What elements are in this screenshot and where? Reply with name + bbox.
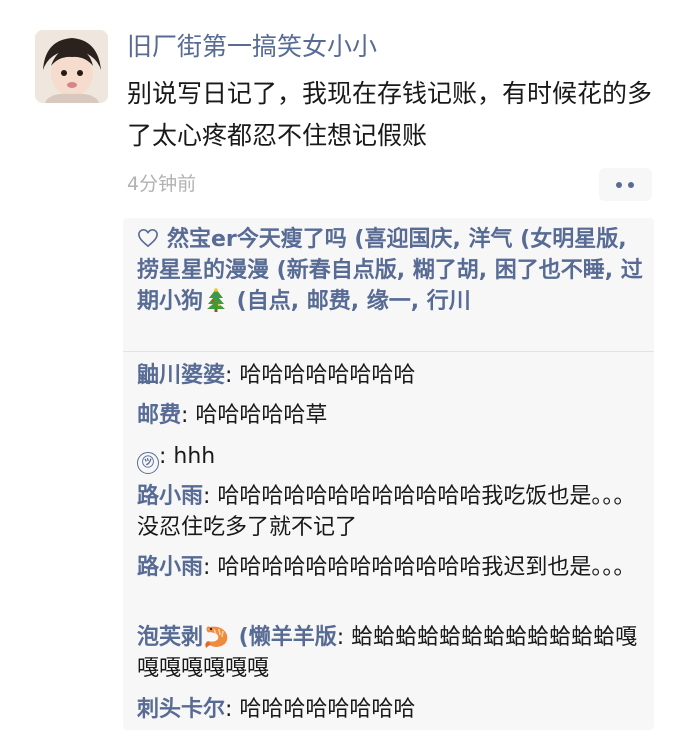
comment-author[interactable]: 泡芙剥	[137, 625, 203, 650]
heart-outline-icon	[138, 228, 158, 248]
comment-author[interactable]: 路小雨	[137, 555, 203, 580]
comment-separator: :	[203, 555, 218, 580]
comment-text: 哈哈哈哈哈草	[195, 403, 328, 428]
comment-item[interactable]: ㋡: hhh	[137, 441, 649, 474]
post-author-name[interactable]: 旧厂街第一搞笑女小小	[127, 29, 377, 65]
divider	[123, 351, 654, 352]
more-options-button[interactable]	[599, 168, 652, 201]
comment-item[interactable]: 邮费: 哈哈哈哈哈草	[137, 400, 649, 431]
comment-author[interactable]: 路小雨	[137, 484, 203, 509]
comment-separator: :	[336, 625, 352, 650]
more-dot-icon	[628, 182, 634, 188]
comment-item[interactable]: 刺头卡尔: 哈哈哈哈哈哈哈哈	[137, 694, 649, 725]
comment-author-suffix[interactable]: (懒羊羊版	[231, 625, 337, 650]
comment-item[interactable]: 路小雨: 哈哈哈哈哈哈哈哈哈哈哈哈我迟到也是。。。	[137, 552, 649, 583]
comment-author[interactable]: 刺头卡尔	[137, 697, 225, 722]
avatar-image	[35, 30, 108, 103]
comment-text: hhh	[173, 444, 216, 469]
comment-item[interactable]: 路小雨: 哈哈哈哈哈哈哈哈哈哈哈哈我吃饭也是。。。没忍住吃多了就不记了	[137, 481, 649, 543]
comment-text: 哈哈哈哈哈哈哈哈	[239, 363, 416, 388]
comment-text: 哈哈哈哈哈哈哈哈哈哈哈哈我迟到也是。。。	[217, 555, 636, 580]
comment-separator: :	[159, 444, 174, 469]
comment-separator: :	[181, 403, 196, 428]
avatar[interactable]	[35, 30, 108, 103]
comment-separator: :	[225, 697, 240, 722]
christmas-tree-emoji	[207, 288, 226, 312]
comment-item[interactable]: 泡芙剥 (懒羊羊版: 蛤蛤蛤蛤蛤蛤蛤蛤蛤蛤蛤蛤嘎嘎嘎嘎嘎嘎嘎	[137, 622, 649, 684]
comment-separator: :	[203, 484, 218, 509]
post-timestamp: 4分钟前	[127, 173, 197, 195]
comment-author[interactable]: 邮费	[137, 403, 181, 428]
post-text: 别说写日记了，我现在存钱记账，有时候花的多了太心疼都忍不住想记假账	[127, 79, 653, 150]
more-dot-icon	[616, 182, 622, 188]
comment-text: 哈哈哈哈哈哈哈哈	[239, 697, 416, 722]
circle-smiley-icon[interactable]: ㋡	[137, 452, 159, 474]
likes-list: 然宝er今天瘦了吗 (喜迎国庆, 洋气 (女明星版, 捞星星的漫漫 (新春自点版…	[137, 224, 643, 317]
comment-item[interactable]: 鼬川婆婆: 哈哈哈哈哈哈哈哈	[137, 360, 649, 391]
comment-separator: :	[225, 363, 240, 388]
likes-comments-panel: 然宝er今天瘦了吗 (喜迎国庆, 洋气 (女明星版, 捞星星的漫漫 (新春自点版…	[123, 218, 654, 730]
likes-names-cont[interactable]: (自点, 邮费, 缘一, 行川	[229, 289, 471, 314]
comment-author[interactable]: 鼬川婆婆	[137, 363, 225, 388]
shrimp-emoji	[205, 626, 228, 648]
